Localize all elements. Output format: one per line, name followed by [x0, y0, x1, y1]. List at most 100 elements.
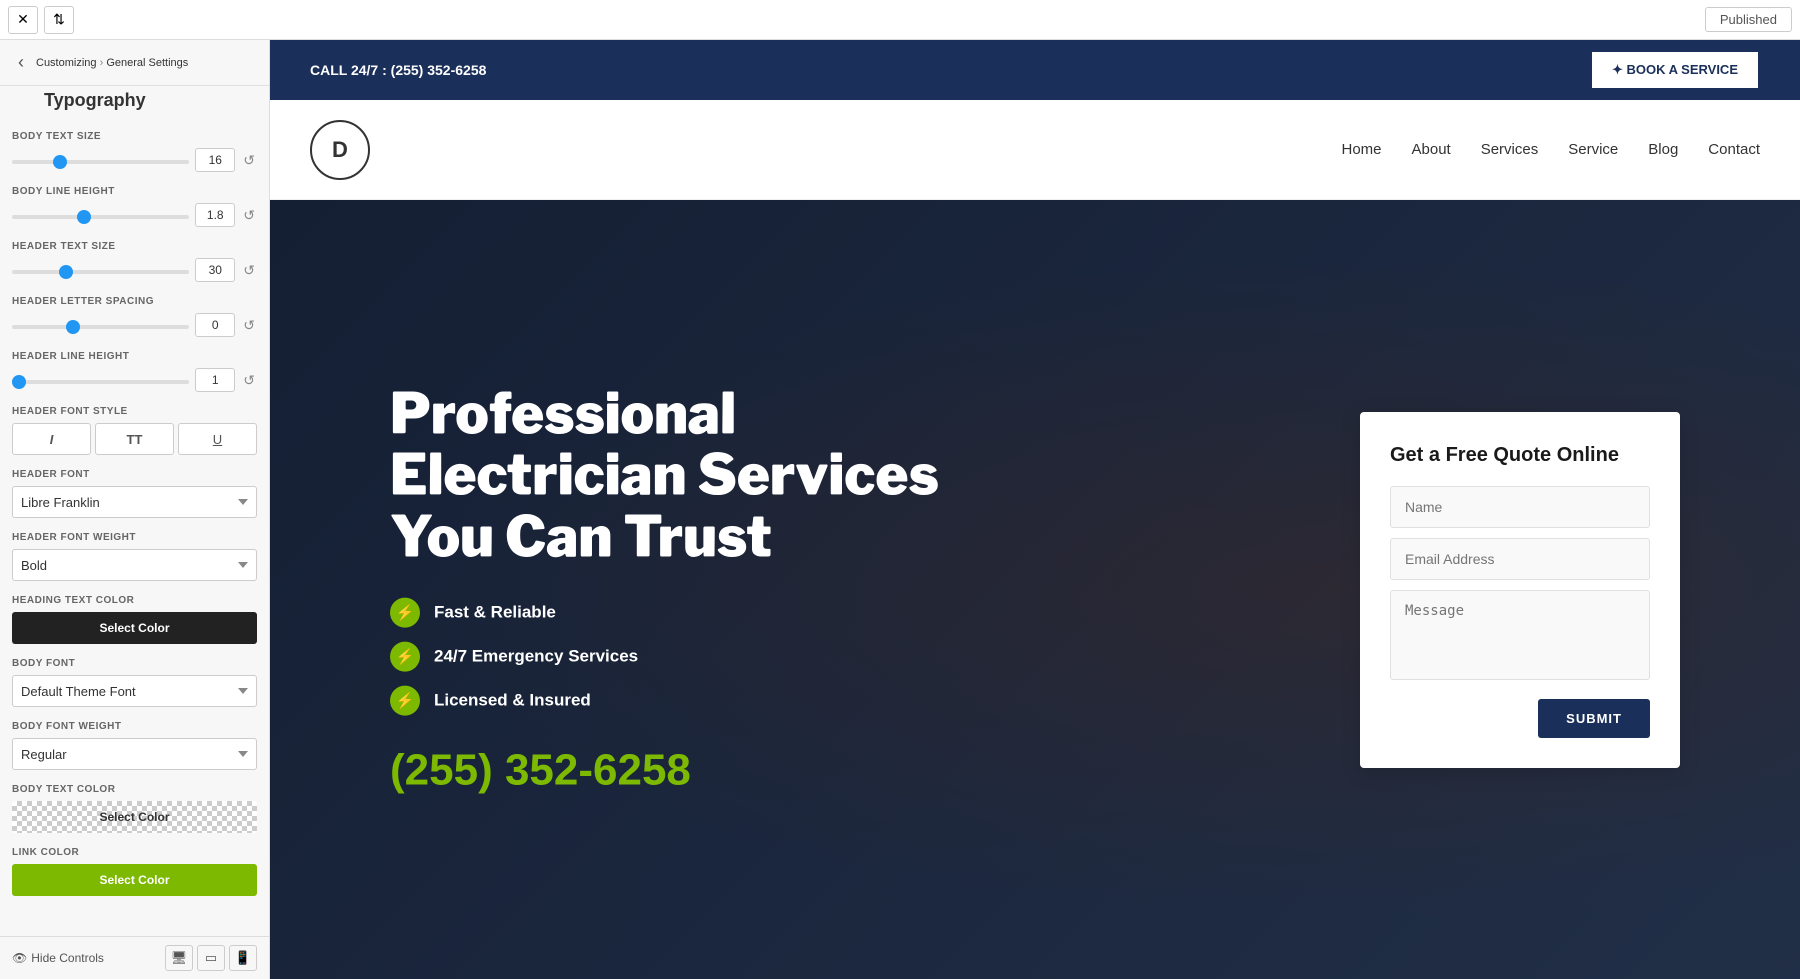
header-line-height-slider-container [12, 371, 189, 389]
header-line-height-reset[interactable]: ↺ [241, 370, 257, 391]
body-font-weight-select[interactable]: Regular [12, 738, 257, 770]
heading-color-select-button[interactable]: Select Color [12, 612, 257, 644]
header-font-select[interactable]: Libre Franklin [12, 486, 257, 518]
font-style-buttons: I TT U [12, 423, 257, 455]
body-font-label: BODY FONT [12, 658, 257, 669]
body-font-select[interactable]: Default Theme Font [12, 675, 257, 707]
site-logo: D [310, 120, 370, 180]
breadcrumb-text: Customizing › General Settings [36, 57, 188, 69]
body-text-size-input[interactable]: 16 [195, 148, 235, 172]
link-color-select-button[interactable]: Select Color [12, 864, 257, 896]
nav-item-blog[interactable]: Blog [1648, 141, 1678, 159]
preview-area: CALL 24/7 : (255) 352-6258 ✦ BOOK A SERV… [270, 40, 1800, 979]
back-icon: ‹ [18, 52, 24, 72]
hero-content: Professional Electrician Services You Ca… [390, 383, 1040, 796]
header-text-size-label: HEADER TEXT SIZE [12, 241, 257, 252]
top-bar: ✕ ⇅ Published [0, 0, 1800, 40]
hero-title: Professional Electrician Services You Ca… [390, 383, 1040, 568]
desktop-view-button[interactable]: 🖥 [165, 945, 193, 971]
header-letter-spacing-input[interactable] [195, 313, 235, 337]
nav-item-service[interactable]: Service [1568, 141, 1618, 159]
feature-text-3: Licensed & Insured [434, 691, 591, 711]
nav-item-home[interactable]: Home [1341, 141, 1381, 159]
tablet-view-button[interactable]: ▭ [197, 945, 225, 971]
body-text-size-reset[interactable]: ↺ [241, 150, 257, 171]
header-letter-spacing-slider-container [12, 316, 189, 334]
header-font-weight-label: HEADER FONT WEIGHT [12, 532, 257, 543]
sidebar-title: Typography [0, 86, 269, 121]
hero-phone: (255) 352-6258 [390, 746, 1040, 796]
sidebar-bottom: 👁 Hide Controls 🖥 ▭ 📱 [0, 936, 269, 979]
body-font-weight-label: BODY FONT WEIGHT [12, 721, 257, 732]
header-line-height-row: ↺ [12, 368, 257, 392]
header-text-size-slider-container [12, 261, 189, 279]
header-font-weight-select[interactable]: Bold [12, 549, 257, 581]
form-email-input[interactable] [1390, 538, 1650, 580]
published-badge: Published [1705, 7, 1792, 32]
nav-item-about[interactable]: About [1412, 141, 1451, 159]
link-color-label: LINK COLOR [12, 847, 257, 858]
tt-style-button[interactable]: TT [95, 423, 174, 455]
header-letter-spacing-slider[interactable] [12, 325, 189, 329]
mobile-view-button[interactable]: 📱 [229, 945, 257, 971]
body-font-group: BODY FONT Default Theme Font [12, 658, 257, 707]
header-text-size-reset[interactable]: ↺ [241, 260, 257, 281]
body-text-size-slider[interactable] [12, 160, 189, 164]
header-text-size-slider[interactable] [12, 270, 189, 274]
feature-text-2: 24/7 Emergency Services [434, 647, 638, 667]
body-text-size-slider-container [12, 151, 189, 169]
nav-link-blog[interactable]: Blog [1648, 141, 1678, 158]
swap-icon: ⇅ [53, 11, 65, 28]
form-message-textarea[interactable] [1390, 590, 1650, 680]
body-color-select-button[interactable]: Select Color [12, 801, 257, 833]
body-text-size-group: BODY TEXT SIZE 16 ↺ [12, 131, 257, 172]
hide-controls-label: Hide Controls [31, 951, 104, 965]
nav-link-contact[interactable]: Contact [1708, 141, 1760, 158]
tablet-icon: ▭ [205, 950, 217, 966]
feature-item-2: ⚡ 24/7 Emergency Services [390, 642, 1040, 672]
device-buttons: 🖥 ▭ 📱 [165, 945, 257, 971]
underline-style-button[interactable]: U [178, 423, 257, 455]
hero-features: ⚡ Fast & Reliable ⚡ 24/7 Emergency Servi… [390, 598, 1040, 716]
nav-item-contact[interactable]: Contact [1708, 141, 1760, 159]
heading-text-color-group: HEADING TEXT COLOR Select Color [12, 595, 257, 644]
body-line-height-reset[interactable]: ↺ [241, 205, 257, 226]
book-service-button[interactable]: ✦ BOOK A SERVICE [1590, 50, 1760, 90]
body-line-height-input[interactable] [195, 203, 235, 227]
form-name-input[interactable] [1390, 486, 1650, 528]
site-header-bar: CALL 24/7 : (255) 352-6258 ✦ BOOK A SERV… [270, 40, 1800, 100]
book-service-label: ✦ BOOK A SERVICE [1612, 62, 1738, 78]
body-line-height-slider[interactable] [12, 215, 189, 219]
italic-style-button[interactable]: I [12, 423, 91, 455]
body-font-weight-group: BODY FONT WEIGHT Regular [12, 721, 257, 770]
website-preview: CALL 24/7 : (255) 352-6258 ✦ BOOK A SERV… [270, 40, 1800, 979]
back-button[interactable]: ‹ [12, 50, 30, 75]
swap-button[interactable]: ⇅ [44, 6, 74, 34]
header-font-style-group: HEADER FONT STYLE I TT U [12, 406, 257, 455]
header-line-height-group: HEADER LINE HEIGHT ↺ [12, 351, 257, 392]
feature-icon-1: ⚡ [390, 598, 420, 628]
body-text-color-group: BODY TEXT COLOR Select Color [12, 784, 257, 833]
close-button[interactable]: ✕ [8, 6, 38, 34]
nav-link-about[interactable]: About [1412, 141, 1451, 158]
header-line-height-input[interactable] [195, 368, 235, 392]
header-letter-spacing-row: ↺ [12, 313, 257, 337]
hide-controls-button[interactable]: 👁 Hide Controls [12, 951, 104, 965]
feature-item-1: ⚡ Fast & Reliable [390, 598, 1040, 628]
form-submit-button[interactable]: SUBMIT [1538, 699, 1650, 738]
logo-letter: D [332, 137, 348, 163]
body-line-height-group: BODY LINE HEIGHT ↺ [12, 186, 257, 227]
header-line-height-label: HEADER LINE HEIGHT [12, 351, 257, 362]
feature-text-1: Fast & Reliable [434, 603, 556, 623]
call-text: CALL 24/7 : (255) 352-6258 [310, 62, 486, 78]
header-line-height-slider[interactable] [12, 380, 189, 384]
body-line-height-label: BODY LINE HEIGHT [12, 186, 257, 197]
nav-link-home[interactable]: Home [1341, 141, 1381, 158]
eye-icon: 👁 [12, 951, 27, 965]
header-text-size-group: HEADER TEXT SIZE ↺ [12, 241, 257, 282]
nav-link-services[interactable]: Services [1481, 141, 1539, 158]
nav-item-services[interactable]: Services [1481, 141, 1539, 159]
header-text-size-input[interactable] [195, 258, 235, 282]
nav-link-service[interactable]: Service [1568, 141, 1618, 158]
header-letter-spacing-reset[interactable]: ↺ [241, 315, 257, 336]
